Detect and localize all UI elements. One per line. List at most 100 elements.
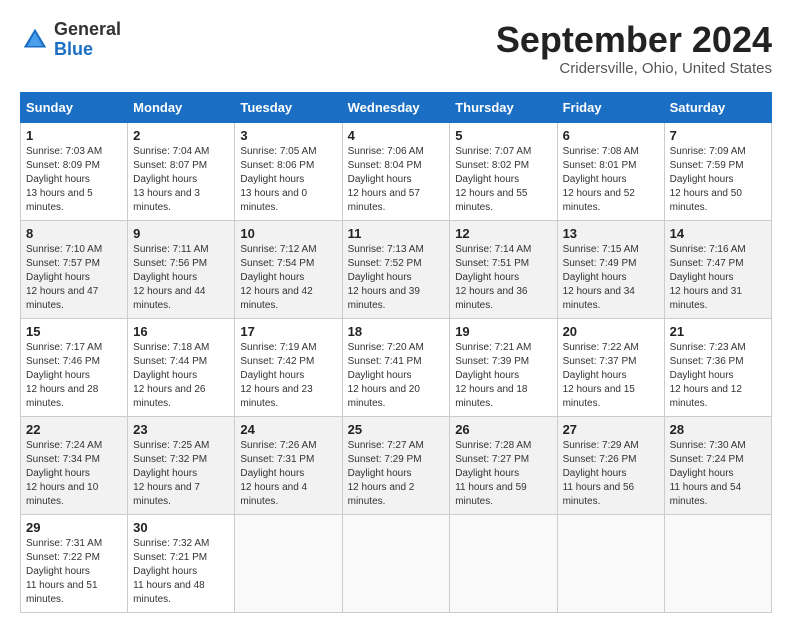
title-block: September 2024 Cridersville, Ohio, Unite…	[496, 20, 772, 77]
logo: General Blue	[20, 20, 121, 60]
calendar-cell	[450, 514, 557, 612]
day-number: 11	[348, 226, 445, 241]
calendar-cell: 28 Sunrise: 7:30 AM Sunset: 7:24 PM Dayl…	[664, 416, 771, 514]
day-info: Sunrise: 7:17 AM Sunset: 7:46 PM Dayligh…	[26, 341, 122, 411]
day-number: 8	[26, 226, 122, 241]
calendar-table: Sunday Monday Tuesday Wednesday Thursday…	[20, 92, 772, 613]
day-number: 16	[133, 324, 229, 339]
calendar-cell: 18 Sunrise: 7:20 AM Sunset: 7:41 PM Dayl…	[342, 318, 450, 416]
calendar-cell: 19 Sunrise: 7:21 AM Sunset: 7:39 PM Dayl…	[450, 318, 557, 416]
calendar-cell: 30 Sunrise: 7:32 AM Sunset: 7:21 PM Dayl…	[128, 514, 235, 612]
day-info: Sunrise: 7:06 AM Sunset: 8:04 PM Dayligh…	[348, 145, 445, 215]
day-info: Sunrise: 7:08 AM Sunset: 8:01 PM Dayligh…	[563, 145, 659, 215]
calendar-header: Sunday Monday Tuesday Wednesday Thursday…	[21, 92, 772, 122]
calendar-body: 1 Sunrise: 7:03 AM Sunset: 8:09 PM Dayli…	[21, 122, 772, 612]
calendar-cell: 27 Sunrise: 7:29 AM Sunset: 7:26 PM Dayl…	[557, 416, 664, 514]
calendar-cell: 11 Sunrise: 7:13 AM Sunset: 7:52 PM Dayl…	[342, 220, 450, 318]
calendar-cell: 22 Sunrise: 7:24 AM Sunset: 7:34 PM Dayl…	[21, 416, 128, 514]
calendar-cell: 23 Sunrise: 7:25 AM Sunset: 7:32 PM Dayl…	[128, 416, 235, 514]
calendar-week-5: 29 Sunrise: 7:31 AM Sunset: 7:22 PM Dayl…	[21, 514, 772, 612]
day-info: Sunrise: 7:16 AM Sunset: 7:47 PM Dayligh…	[670, 243, 766, 313]
day-info: Sunrise: 7:24 AM Sunset: 7:34 PM Dayligh…	[26, 439, 122, 509]
calendar-cell: 15 Sunrise: 7:17 AM Sunset: 7:46 PM Dayl…	[21, 318, 128, 416]
day-info: Sunrise: 7:12 AM Sunset: 7:54 PM Dayligh…	[240, 243, 336, 313]
col-monday: Monday	[128, 92, 235, 122]
calendar-week-1: 1 Sunrise: 7:03 AM Sunset: 8:09 PM Dayli…	[21, 122, 772, 220]
day-info: Sunrise: 7:29 AM Sunset: 7:26 PM Dayligh…	[563, 439, 659, 509]
day-info: Sunrise: 7:28 AM Sunset: 7:27 PM Dayligh…	[455, 439, 551, 509]
calendar-week-3: 15 Sunrise: 7:17 AM Sunset: 7:46 PM Dayl…	[21, 318, 772, 416]
calendar-cell: 21 Sunrise: 7:23 AM Sunset: 7:36 PM Dayl…	[664, 318, 771, 416]
calendar-cell: 4 Sunrise: 7:06 AM Sunset: 8:04 PM Dayli…	[342, 122, 450, 220]
day-number: 2	[133, 128, 229, 143]
day-number: 5	[455, 128, 551, 143]
day-info: Sunrise: 7:11 AM Sunset: 7:56 PM Dayligh…	[133, 243, 229, 313]
calendar-cell: 16 Sunrise: 7:18 AM Sunset: 7:44 PM Dayl…	[128, 318, 235, 416]
col-friday: Friday	[557, 92, 664, 122]
day-info: Sunrise: 7:13 AM Sunset: 7:52 PM Dayligh…	[348, 243, 445, 313]
day-number: 14	[670, 226, 766, 241]
day-number: 4	[348, 128, 445, 143]
calendar-cell: 25 Sunrise: 7:27 AM Sunset: 7:29 PM Dayl…	[342, 416, 450, 514]
day-info: Sunrise: 7:18 AM Sunset: 7:44 PM Dayligh…	[133, 341, 229, 411]
day-info: Sunrise: 7:22 AM Sunset: 7:37 PM Dayligh…	[563, 341, 659, 411]
calendar-cell: 5 Sunrise: 7:07 AM Sunset: 8:02 PM Dayli…	[450, 122, 557, 220]
calendar-week-4: 22 Sunrise: 7:24 AM Sunset: 7:34 PM Dayl…	[21, 416, 772, 514]
day-number: 24	[240, 422, 336, 437]
calendar-cell: 3 Sunrise: 7:05 AM Sunset: 8:06 PM Dayli…	[235, 122, 342, 220]
day-number: 22	[26, 422, 122, 437]
day-info: Sunrise: 7:31 AM Sunset: 7:22 PM Dayligh…	[26, 537, 122, 607]
day-number: 10	[240, 226, 336, 241]
day-number: 29	[26, 520, 122, 535]
calendar-cell: 13 Sunrise: 7:15 AM Sunset: 7:49 PM Dayl…	[557, 220, 664, 318]
day-number: 7	[670, 128, 766, 143]
day-number: 1	[26, 128, 122, 143]
day-number: 6	[563, 128, 659, 143]
calendar-cell	[235, 514, 342, 612]
day-number: 20	[563, 324, 659, 339]
day-number: 18	[348, 324, 445, 339]
day-info: Sunrise: 7:27 AM Sunset: 7:29 PM Dayligh…	[348, 439, 445, 509]
calendar-cell	[664, 514, 771, 612]
day-info: Sunrise: 7:30 AM Sunset: 7:24 PM Dayligh…	[670, 439, 766, 509]
calendar-cell: 8 Sunrise: 7:10 AM Sunset: 7:57 PM Dayli…	[21, 220, 128, 318]
day-number: 21	[670, 324, 766, 339]
day-info: Sunrise: 7:05 AM Sunset: 8:06 PM Dayligh…	[240, 145, 336, 215]
calendar-cell: 17 Sunrise: 7:19 AM Sunset: 7:42 PM Dayl…	[235, 318, 342, 416]
calendar-cell: 10 Sunrise: 7:12 AM Sunset: 7:54 PM Dayl…	[235, 220, 342, 318]
calendar-week-2: 8 Sunrise: 7:10 AM Sunset: 7:57 PM Dayli…	[21, 220, 772, 318]
logo-text: General Blue	[54, 20, 121, 60]
calendar-cell: 7 Sunrise: 7:09 AM Sunset: 7:59 PM Dayli…	[664, 122, 771, 220]
calendar-cell: 14 Sunrise: 7:16 AM Sunset: 7:47 PM Dayl…	[664, 220, 771, 318]
day-info: Sunrise: 7:19 AM Sunset: 7:42 PM Dayligh…	[240, 341, 336, 411]
calendar-cell: 20 Sunrise: 7:22 AM Sunset: 7:37 PM Dayl…	[557, 318, 664, 416]
calendar-cell: 12 Sunrise: 7:14 AM Sunset: 7:51 PM Dayl…	[450, 220, 557, 318]
calendar-cell: 24 Sunrise: 7:26 AM Sunset: 7:31 PM Dayl…	[235, 416, 342, 514]
day-number: 17	[240, 324, 336, 339]
day-number: 13	[563, 226, 659, 241]
day-info: Sunrise: 7:25 AM Sunset: 7:32 PM Dayligh…	[133, 439, 229, 509]
day-info: Sunrise: 7:04 AM Sunset: 8:07 PM Dayligh…	[133, 145, 229, 215]
calendar-cell: 2 Sunrise: 7:04 AM Sunset: 8:07 PM Dayli…	[128, 122, 235, 220]
day-number: 3	[240, 128, 336, 143]
calendar-cell	[557, 514, 664, 612]
day-info: Sunrise: 7:14 AM Sunset: 7:51 PM Dayligh…	[455, 243, 551, 313]
day-number: 30	[133, 520, 229, 535]
logo-icon	[20, 25, 50, 55]
day-number: 25	[348, 422, 445, 437]
day-info: Sunrise: 7:26 AM Sunset: 7:31 PM Dayligh…	[240, 439, 336, 509]
page-header: General Blue September 2024 Cridersville…	[20, 20, 772, 77]
calendar-cell	[342, 514, 450, 612]
calendar-cell: 1 Sunrise: 7:03 AM Sunset: 8:09 PM Dayli…	[21, 122, 128, 220]
col-wednesday: Wednesday	[342, 92, 450, 122]
month-title: September 2024	[496, 20, 772, 60]
day-info: Sunrise: 7:09 AM Sunset: 7:59 PM Dayligh…	[670, 145, 766, 215]
header-row: Sunday Monday Tuesday Wednesday Thursday…	[21, 92, 772, 122]
calendar-cell: 9 Sunrise: 7:11 AM Sunset: 7:56 PM Dayli…	[128, 220, 235, 318]
day-info: Sunrise: 7:10 AM Sunset: 7:57 PM Dayligh…	[26, 243, 122, 313]
day-info: Sunrise: 7:23 AM Sunset: 7:36 PM Dayligh…	[670, 341, 766, 411]
calendar-cell: 29 Sunrise: 7:31 AM Sunset: 7:22 PM Dayl…	[21, 514, 128, 612]
day-info: Sunrise: 7:21 AM Sunset: 7:39 PM Dayligh…	[455, 341, 551, 411]
col-saturday: Saturday	[664, 92, 771, 122]
day-number: 19	[455, 324, 551, 339]
